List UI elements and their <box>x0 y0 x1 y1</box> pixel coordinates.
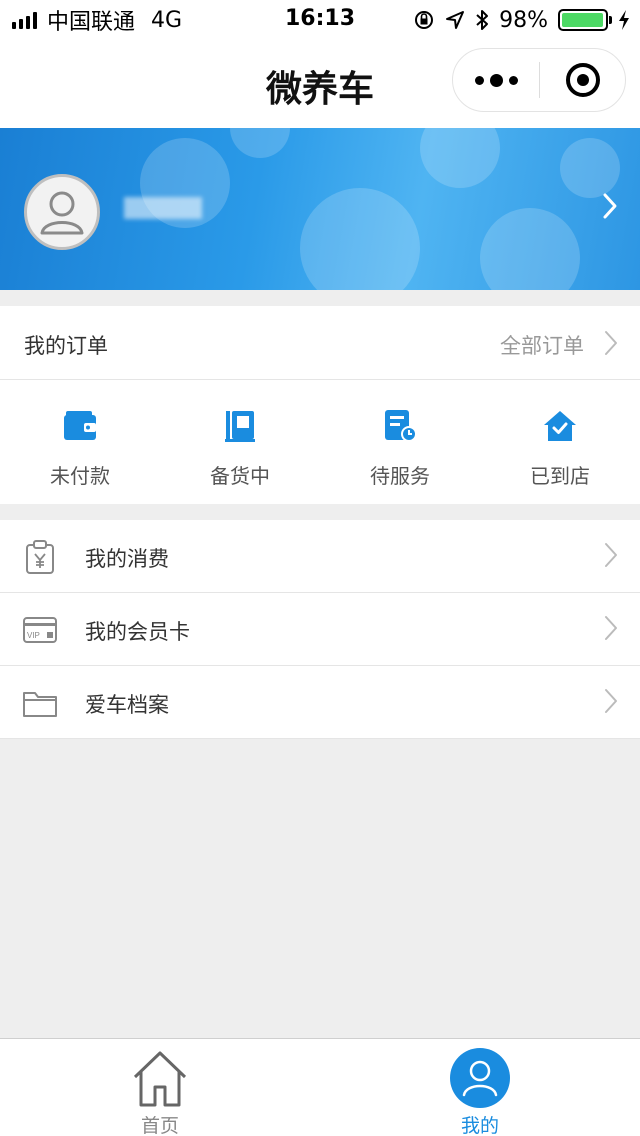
target-icon <box>565 63 600 97</box>
menu-item-consumption[interactable]: 我的消费 <box>0 520 640 593</box>
page: 中国联通 4G 16:13 98% 微养车 我的订单 全部订单 未付款 备货中 … <box>0 0 640 1136</box>
miniprogram-capsule <box>452 48 626 112</box>
order-label: 已到店 <box>530 464 590 488</box>
bokeh-decoration <box>560 138 620 198</box>
charging-bolt-icon <box>619 10 629 30</box>
orders-header[interactable]: 我的订单 全部订单 <box>0 306 640 380</box>
user-icon <box>450 1048 510 1108</box>
orders-section: 我的订单 全部订单 未付款 备货中 待服务 已到店 <box>0 306 640 504</box>
tab-mine[interactable]: 我的 <box>320 1039 640 1136</box>
store-house-icon <box>544 411 576 441</box>
more-menu-button[interactable] <box>453 73 539 87</box>
avatar[interactable] <box>24 174 100 250</box>
stock-book-icon <box>225 411 255 442</box>
order-preparing[interactable]: 备货中 <box>160 380 320 504</box>
vip-card-icon: VIP <box>23 617 57 643</box>
battery-icon <box>558 9 612 31</box>
chevron-right-icon <box>605 689 617 713</box>
status-bar: 中国联通 4G 16:13 98% <box>0 0 640 40</box>
tab-bar: 首页 我的 <box>0 1038 640 1136</box>
close-miniprogram-button[interactable] <box>540 63 625 97</box>
navigation-bar: 微养车 <box>0 40 640 128</box>
home-icon <box>133 1051 187 1107</box>
orders-title: 我的订单 <box>24 334 108 358</box>
service-clock-icon <box>385 410 417 442</box>
chevron-right-icon <box>605 543 617 567</box>
menu-label: 我的消费 <box>85 547 169 571</box>
tab-label: 我的 <box>460 1115 499 1136</box>
bokeh-decoration <box>230 128 290 158</box>
blurred-username <box>124 197 202 219</box>
svg-text:VIP: VIP <box>27 631 40 640</box>
order-unpaid[interactable]: 未付款 <box>0 380 160 504</box>
bokeh-decoration <box>300 188 420 290</box>
bokeh-decoration <box>480 208 580 290</box>
profile-banner[interactable] <box>0 128 640 290</box>
tab-home[interactable]: 首页 <box>0 1039 320 1136</box>
order-arrived[interactable]: 已到店 <box>480 380 640 504</box>
default-user-icon <box>40 191 84 235</box>
bokeh-decoration <box>420 128 500 188</box>
menu-list: 我的消费 VIP 我的会员卡 爱车档案 <box>0 520 640 739</box>
order-label: 未付款 <box>50 464 110 488</box>
folder-icon <box>23 692 57 717</box>
orientation-lock-icon <box>415 11 434 29</box>
chevron-right-icon <box>603 193 617 219</box>
all-orders-link[interactable]: 全部订单 <box>500 330 584 360</box>
menu-label: 爱车档案 <box>85 693 169 717</box>
order-status-grid: 未付款 备货中 待服务 已到店 <box>0 380 640 504</box>
location-arrow-icon <box>446 11 465 29</box>
chevron-right-icon <box>605 331 617 355</box>
menu-label: 我的会员卡 <box>85 620 190 644</box>
menu-item-membership-card[interactable]: VIP 我的会员卡 <box>0 593 640 666</box>
receipt-yen-icon <box>26 540 54 574</box>
menu-item-car-profile[interactable]: 爱车档案 <box>0 666 640 739</box>
tab-label: 首页 <box>140 1115 179 1136</box>
order-label: 待服务 <box>370 464 430 488</box>
battery-percent: 98% <box>499 7 548 33</box>
chevron-right-icon <box>605 616 617 640</box>
bluetooth-icon <box>476 10 489 30</box>
status-right: 98% <box>413 6 630 34</box>
order-pending-service[interactable]: 待服务 <box>320 380 480 504</box>
wallet-icon <box>64 411 96 440</box>
order-label: 备货中 <box>210 464 270 488</box>
